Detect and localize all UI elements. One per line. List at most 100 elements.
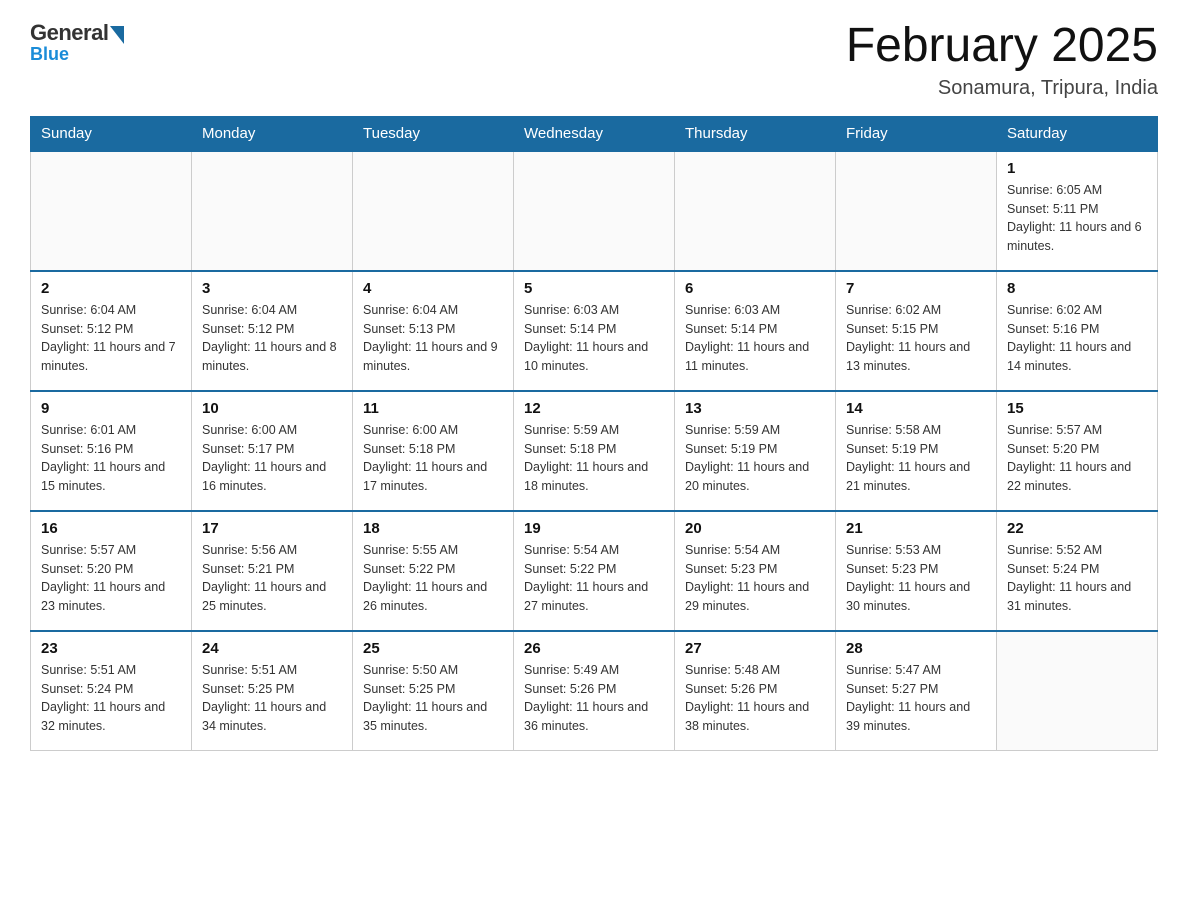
calendar-week-5: 23Sunrise: 5:51 AMSunset: 5:24 PMDayligh… bbox=[31, 631, 1158, 751]
calendar-cell: 12 Sunrise: 5:59 AMSunset: 5:18 PMDayligh… bbox=[514, 391, 675, 511]
calendar-cell bbox=[997, 631, 1158, 751]
logo-general-text: General bbox=[30, 20, 108, 46]
day-number: 20 bbox=[685, 520, 825, 537]
day-info: Sunrise: 6:00 AMSunset: 5:17 PMDaylight:… bbox=[202, 421, 342, 496]
day-info: Sunrise: 5:55 AMSunset: 5:22 PMDaylight:… bbox=[363, 541, 503, 616]
day-info: Sunrise: 6:04 AMSunset: 5:13 PMDaylight:… bbox=[363, 301, 503, 376]
day-info: Sunrise: 5:54 AMSunset: 5:23 PMDaylight:… bbox=[685, 541, 825, 616]
day-number: 4 bbox=[363, 280, 503, 297]
calendar-cell: 18 Sunrise: 5:55 AMSunset: 5:22 PMDayligh… bbox=[353, 511, 514, 631]
day-info: Sunrise: 6:02 AMSunset: 5:15 PMDaylight:… bbox=[846, 301, 986, 376]
calendar-cell bbox=[836, 151, 997, 271]
day-number: 8 bbox=[1007, 280, 1147, 297]
calendar-week-2: 2 Sunrise: 6:04 AMSunset: 5:12 PMDaylight… bbox=[31, 271, 1158, 391]
calendar-cell bbox=[353, 151, 514, 271]
day-number: 26 bbox=[524, 640, 664, 657]
weekday-header-sunday: Sunday bbox=[31, 116, 192, 151]
day-info: Sunrise: 5:47 AMSunset: 5:27 PMDaylight:… bbox=[846, 661, 986, 736]
day-info: Sunrise: 5:53 AMSunset: 5:23 PMDaylight:… bbox=[846, 541, 986, 616]
day-number: 17 bbox=[202, 520, 342, 537]
calendar-cell: 25Sunrise: 5:50 AMSunset: 5:25 PMDayligh… bbox=[353, 631, 514, 751]
day-number: 5 bbox=[524, 280, 664, 297]
day-number: 12 bbox=[524, 400, 664, 417]
weekday-header-row: SundayMondayTuesdayWednesdayThursdayFrid… bbox=[31, 116, 1158, 151]
calendar-cell bbox=[514, 151, 675, 271]
calendar-cell: 27 Sunrise: 5:48 AMSunset: 5:26 PMDayligh… bbox=[675, 631, 836, 751]
calendar-cell: 23Sunrise: 5:51 AMSunset: 5:24 PMDayligh… bbox=[31, 631, 192, 751]
day-number: 28 bbox=[846, 640, 986, 657]
day-number: 1 bbox=[1007, 160, 1147, 177]
calendar-cell: 10 Sunrise: 6:00 AMSunset: 5:17 PMDayligh… bbox=[192, 391, 353, 511]
calendar-cell: 8Sunrise: 6:02 AMSunset: 5:16 PMDaylight… bbox=[997, 271, 1158, 391]
day-info: Sunrise: 5:52 AMSunset: 5:24 PMDaylight:… bbox=[1007, 541, 1147, 616]
day-number: 18 bbox=[363, 520, 503, 537]
calendar-cell: 7 Sunrise: 6:02 AMSunset: 5:15 PMDaylight… bbox=[836, 271, 997, 391]
calendar-cell: 9Sunrise: 6:01 AMSunset: 5:16 PMDaylight… bbox=[31, 391, 192, 511]
calendar-table: SundayMondayTuesdayWednesdayThursdayFrid… bbox=[30, 116, 1158, 752]
calendar-cell bbox=[675, 151, 836, 271]
day-number: 13 bbox=[685, 400, 825, 417]
calendar-week-1: 1 Sunrise: 6:05 AMSunset: 5:11 PMDaylight… bbox=[31, 151, 1158, 271]
calendar-cell: 20 Sunrise: 5:54 AMSunset: 5:23 PMDayligh… bbox=[675, 511, 836, 631]
calendar-cell: 2 Sunrise: 6:04 AMSunset: 5:12 PMDaylight… bbox=[31, 271, 192, 391]
day-number: 21 bbox=[846, 520, 986, 537]
calendar-cell: 11 Sunrise: 6:00 AMSunset: 5:18 PMDayligh… bbox=[353, 391, 514, 511]
day-number: 6 bbox=[685, 280, 825, 297]
day-number: 27 bbox=[685, 640, 825, 657]
day-info: Sunrise: 6:04 AMSunset: 5:12 PMDaylight:… bbox=[41, 301, 181, 376]
logo-blue-text: Blue bbox=[30, 44, 69, 65]
day-info: Sunrise: 6:04 AMSunset: 5:12 PMDaylight:… bbox=[202, 301, 342, 376]
weekday-header-tuesday: Tuesday bbox=[353, 116, 514, 151]
calendar-cell bbox=[31, 151, 192, 271]
weekday-header-friday: Friday bbox=[836, 116, 997, 151]
calendar-cell: 13 Sunrise: 5:59 AMSunset: 5:19 PMDayligh… bbox=[675, 391, 836, 511]
calendar-cell: 19 Sunrise: 5:54 AMSunset: 5:22 PMDayligh… bbox=[514, 511, 675, 631]
day-number: 24 bbox=[202, 640, 342, 657]
calendar-cell: 15 Sunrise: 5:57 AMSunset: 5:20 PMDayligh… bbox=[997, 391, 1158, 511]
day-number: 10 bbox=[202, 400, 342, 417]
day-number: 11 bbox=[363, 400, 503, 417]
day-info: Sunrise: 5:50 AMSunset: 5:25 PMDaylight:… bbox=[363, 661, 503, 736]
day-info: Sunrise: 6:05 AMSunset: 5:11 PMDaylight:… bbox=[1007, 181, 1147, 256]
day-info: Sunrise: 5:59 AMSunset: 5:19 PMDaylight:… bbox=[685, 421, 825, 496]
day-info: Sunrise: 5:54 AMSunset: 5:22 PMDaylight:… bbox=[524, 541, 664, 616]
calendar-cell: 6 Sunrise: 6:03 AMSunset: 5:14 PMDaylight… bbox=[675, 271, 836, 391]
calendar-cell: 24 Sunrise: 5:51 AMSunset: 5:25 PMDayligh… bbox=[192, 631, 353, 751]
logo: General Blue bbox=[30, 20, 124, 65]
day-info: Sunrise: 5:48 AMSunset: 5:26 PMDaylight:… bbox=[685, 661, 825, 736]
day-info: Sunrise: 5:57 AMSunset: 5:20 PMDaylight:… bbox=[1007, 421, 1147, 496]
location-title: Sonamura, Tripura, India bbox=[846, 77, 1158, 100]
logo-arrow-icon bbox=[110, 26, 124, 44]
day-number: 2 bbox=[41, 280, 181, 297]
calendar-cell: 21 Sunrise: 5:53 AMSunset: 5:23 PMDayligh… bbox=[836, 511, 997, 631]
calendar-cell: 4 Sunrise: 6:04 AMSunset: 5:13 PMDaylight… bbox=[353, 271, 514, 391]
calendar-cell: 28 Sunrise: 5:47 AMSunset: 5:27 PMDayligh… bbox=[836, 631, 997, 751]
day-info: Sunrise: 5:49 AMSunset: 5:26 PMDaylight:… bbox=[524, 661, 664, 736]
day-number: 23 bbox=[41, 640, 181, 657]
calendar-cell: 16Sunrise: 5:57 AMSunset: 5:20 PMDayligh… bbox=[31, 511, 192, 631]
title-block: February 2025 Sonamura, Tripura, India bbox=[846, 20, 1158, 100]
day-number: 15 bbox=[1007, 400, 1147, 417]
day-number: 14 bbox=[846, 400, 986, 417]
calendar-week-3: 9Sunrise: 6:01 AMSunset: 5:16 PMDaylight… bbox=[31, 391, 1158, 511]
page-header: General Blue February 2025 Sonamura, Tri… bbox=[30, 20, 1158, 100]
calendar-cell: 1 Sunrise: 6:05 AMSunset: 5:11 PMDaylight… bbox=[997, 151, 1158, 271]
day-info: Sunrise: 5:51 AMSunset: 5:25 PMDaylight:… bbox=[202, 661, 342, 736]
day-number: 7 bbox=[846, 280, 986, 297]
day-number: 3 bbox=[202, 280, 342, 297]
calendar-cell: 5Sunrise: 6:03 AMSunset: 5:14 PMDaylight… bbox=[514, 271, 675, 391]
day-info: Sunrise: 6:03 AMSunset: 5:14 PMDaylight:… bbox=[685, 301, 825, 376]
calendar-week-4: 16Sunrise: 5:57 AMSunset: 5:20 PMDayligh… bbox=[31, 511, 1158, 631]
day-number: 9 bbox=[41, 400, 181, 417]
calendar-cell: 26 Sunrise: 5:49 AMSunset: 5:26 PMDayligh… bbox=[514, 631, 675, 751]
day-info: Sunrise: 6:00 AMSunset: 5:18 PMDaylight:… bbox=[363, 421, 503, 496]
day-number: 19 bbox=[524, 520, 664, 537]
calendar-cell: 22Sunrise: 5:52 AMSunset: 5:24 PMDayligh… bbox=[997, 511, 1158, 631]
calendar-cell bbox=[192, 151, 353, 271]
day-info: Sunrise: 5:59 AMSunset: 5:18 PMDaylight:… bbox=[524, 421, 664, 496]
day-info: Sunrise: 5:56 AMSunset: 5:21 PMDaylight:… bbox=[202, 541, 342, 616]
weekday-header-thursday: Thursday bbox=[675, 116, 836, 151]
day-number: 16 bbox=[41, 520, 181, 537]
weekday-header-saturday: Saturday bbox=[997, 116, 1158, 151]
month-title: February 2025 bbox=[846, 20, 1158, 73]
